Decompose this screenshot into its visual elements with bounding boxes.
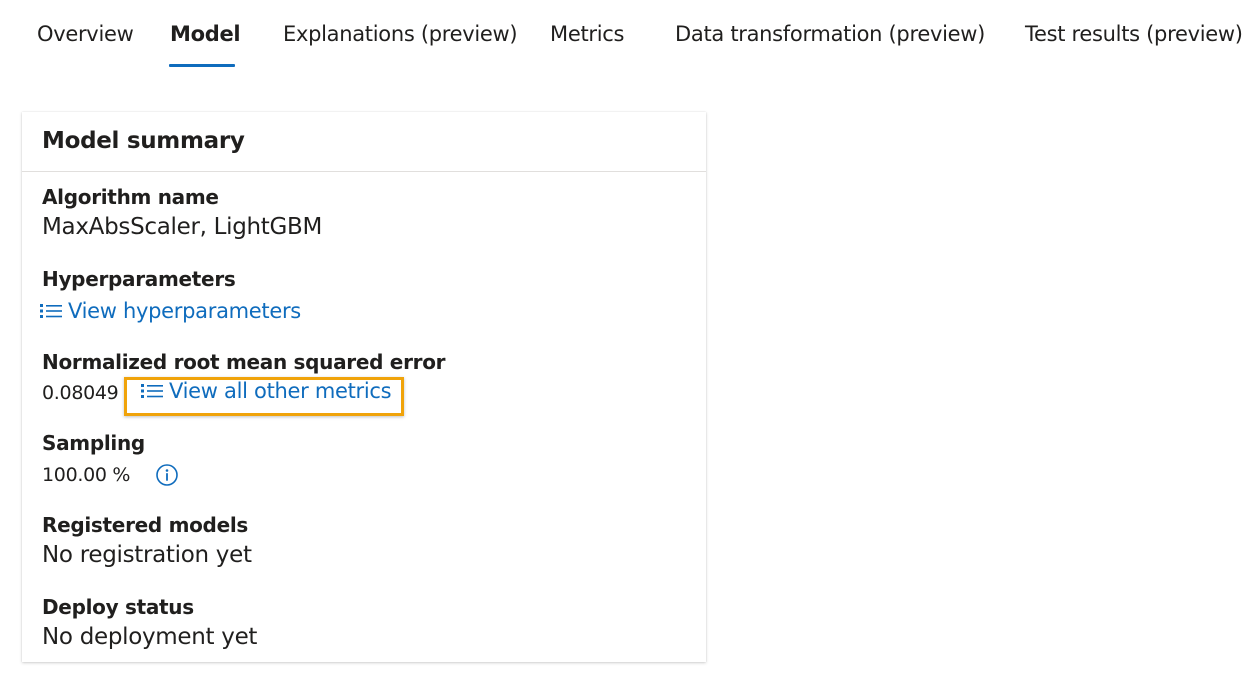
registered-models-value: No registration yet bbox=[42, 542, 252, 568]
active-tab-indicator bbox=[169, 64, 235, 67]
algorithm-value: MaxAbsScaler, LightGBM bbox=[42, 214, 323, 240]
view-hyperparameters-label: View hyperparameters bbox=[68, 299, 301, 323]
model-summary-card: Model summary Algorithm name MaxAbsScale… bbox=[22, 112, 706, 662]
tab-model[interactable]: Model bbox=[170, 20, 241, 48]
hyperparameters-label: Hyperparameters bbox=[42, 267, 236, 291]
metric-label: Normalized root mean squared error bbox=[42, 350, 446, 374]
list-icon bbox=[141, 384, 163, 398]
sampling-value: 100.00 % bbox=[42, 464, 131, 486]
tab-explanations[interactable]: Explanations (preview) bbox=[283, 20, 518, 48]
deploy-status-label: Deploy status bbox=[42, 595, 194, 619]
list-icon bbox=[40, 304, 62, 318]
algorithm-label: Algorithm name bbox=[42, 185, 219, 209]
card-header: Model summary bbox=[22, 112, 706, 172]
info-icon[interactable] bbox=[156, 464, 178, 486]
tab-metrics[interactable]: Metrics bbox=[550, 20, 624, 48]
registered-models-label: Registered models bbox=[42, 513, 248, 537]
view-all-metrics-link[interactable]: View all other metrics bbox=[141, 379, 392, 403]
metric-value: 0.08049 bbox=[42, 382, 119, 404]
tab-overview[interactable]: Overview bbox=[37, 20, 134, 48]
card-title: Model summary bbox=[42, 128, 245, 154]
view-all-metrics-label: View all other metrics bbox=[169, 379, 392, 403]
tab-test-results[interactable]: Test results (preview) bbox=[1025, 20, 1243, 48]
tab-bar: Overview Model Explanations (preview) Me… bbox=[0, 0, 1245, 70]
view-hyperparameters-link[interactable]: View hyperparameters bbox=[40, 299, 301, 323]
sampling-label: Sampling bbox=[42, 431, 145, 455]
deploy-status-value: No deployment yet bbox=[42, 624, 258, 650]
tab-data-transformation[interactable]: Data transformation (preview) bbox=[675, 20, 985, 48]
